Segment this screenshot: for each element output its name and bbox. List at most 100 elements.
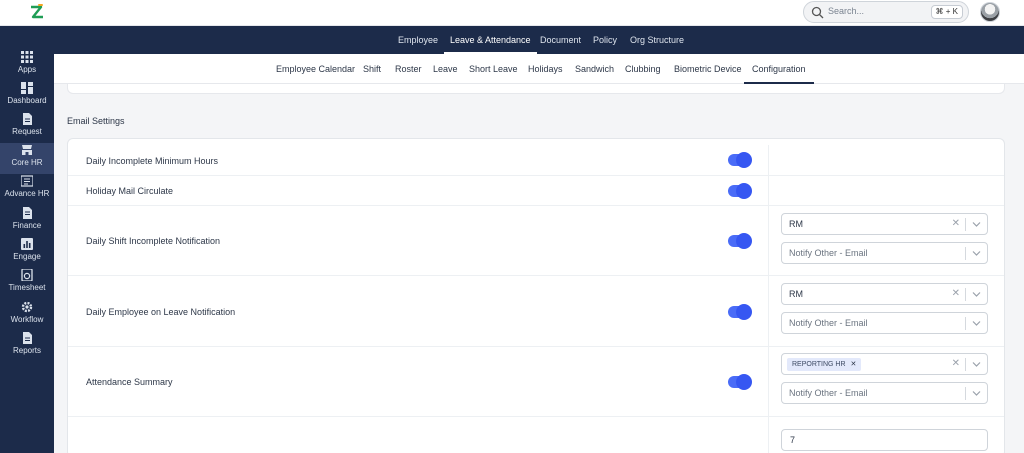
advance-hr-icon bbox=[21, 175, 33, 187]
select-divider bbox=[965, 218, 966, 231]
chevron-down-icon[interactable] bbox=[972, 320, 981, 327]
main-nav-leave-attendance[interactable]: Leave & Attendance bbox=[444, 26, 537, 54]
sidebar-item-label: Request bbox=[12, 127, 42, 136]
main-nav-policy[interactable]: Policy bbox=[593, 26, 617, 54]
search-bar[interactable]: Search... ⌘ + K bbox=[803, 1, 969, 23]
recipient-select[interactable]: RM ✕ bbox=[781, 283, 988, 305]
column-divider bbox=[768, 276, 769, 346]
sidebar-item-reports[interactable]: Reports bbox=[0, 331, 54, 362]
select-placeholder: Notify Other - Email bbox=[789, 388, 868, 398]
sidebar-item-core-hr[interactable]: Core HR bbox=[0, 143, 54, 174]
request-doc-icon bbox=[23, 113, 32, 125]
previous-section-card bbox=[67, 84, 1005, 94]
sub-nav-roster[interactable]: Roster bbox=[395, 54, 422, 84]
chevron-down-icon[interactable] bbox=[972, 361, 981, 368]
sidebar-item-label: Dashboard bbox=[7, 96, 47, 105]
main-nav-document[interactable]: Document bbox=[540, 26, 581, 54]
sub-nav-biometric-device[interactable]: Biometric Device bbox=[674, 54, 742, 84]
sub-nav: Employee Calendar Shift Roster Leave Sho… bbox=[54, 54, 1024, 84]
select-divider bbox=[965, 317, 966, 330]
employee-on-leave-toggle[interactable] bbox=[728, 305, 751, 319]
holiday-mail-toggle[interactable] bbox=[728, 184, 751, 198]
clear-icon[interactable]: ✕ bbox=[952, 358, 960, 370]
shift-incomplete-toggle[interactable] bbox=[728, 234, 751, 248]
search-input[interactable]: Search... bbox=[828, 6, 864, 16]
setting-row: Attendance Summary REPORTING HR ✕ ✕ Notif… bbox=[68, 347, 1004, 417]
recipient-select[interactable]: RM ✕ bbox=[781, 213, 988, 235]
select-divider bbox=[965, 288, 966, 301]
chevron-down-icon[interactable] bbox=[972, 221, 981, 228]
engage-chart-icon bbox=[21, 238, 33, 250]
setting-row: Daily Incomplete Minimum Hours bbox=[68, 145, 1004, 176]
sub-nav-sandwich[interactable]: Sandwich bbox=[575, 54, 614, 84]
select-divider bbox=[965, 387, 966, 400]
sub-nav-short-leave[interactable]: Short Leave bbox=[469, 54, 518, 84]
main-nav: Employee Leave & Attendance Document Pol… bbox=[54, 26, 1024, 54]
column-divider bbox=[768, 206, 769, 275]
sidebar-item-engage[interactable]: Engage bbox=[0, 237, 54, 268]
select-value: RM bbox=[789, 289, 803, 299]
setting-label: Attendance Summary bbox=[86, 377, 173, 387]
main-nav-org-structure[interactable]: Org Structure bbox=[630, 26, 684, 54]
sidebar-item-timesheet[interactable]: Timesheet bbox=[0, 268, 54, 299]
sidebar-item-dashboard[interactable]: Dashboard bbox=[0, 81, 54, 112]
sub-nav-employee-calendar[interactable]: Employee Calendar bbox=[276, 54, 355, 84]
sidebar-item-label: Core HR bbox=[11, 158, 43, 167]
chip-label: REPORTING HR bbox=[792, 361, 846, 368]
finance-doc-icon bbox=[23, 207, 32, 219]
core-hr-icon bbox=[22, 145, 32, 155]
notify-other-email-select[interactable]: Notify Other - Email bbox=[781, 312, 988, 334]
setting-row: Holiday Mail Circulate bbox=[68, 176, 1004, 206]
recipient-multiselect[interactable]: REPORTING HR ✕ ✕ bbox=[781, 353, 988, 375]
column-divider bbox=[768, 145, 769, 175]
column-divider bbox=[768, 347, 769, 416]
number-value: 7 bbox=[790, 435, 796, 445]
sidebar-item-label: Reports bbox=[12, 346, 41, 355]
sidebar-item-label: Timesheet bbox=[8, 283, 46, 292]
workflow-gear-icon bbox=[21, 301, 33, 313]
sidebar: Apps Dashboard Request Core HR Advance H… bbox=[0, 26, 54, 453]
setting-row: Daily Employee on Leave Notification RM … bbox=[68, 276, 1004, 347]
setting-label: Daily Incomplete Minimum Hours bbox=[86, 156, 219, 166]
selected-chip: REPORTING HR ✕ bbox=[787, 358, 862, 371]
app-logo-icon[interactable] bbox=[30, 4, 44, 20]
sidebar-item-workflow[interactable]: Workflow bbox=[0, 300, 54, 331]
clear-icon[interactable]: ✕ bbox=[952, 288, 960, 300]
top-bar: Search... ⌘ + K bbox=[0, 0, 1024, 26]
sub-nav-shift[interactable]: Shift bbox=[363, 54, 381, 84]
sidebar-item-label: Advance HR bbox=[4, 189, 50, 198]
email-settings-card: Daily Incomplete Minimum Hours Holiday M… bbox=[67, 138, 1005, 453]
select-divider bbox=[965, 358, 966, 371]
chevron-down-icon[interactable] bbox=[972, 390, 981, 397]
chevron-down-icon[interactable] bbox=[972, 250, 981, 257]
search-icon bbox=[811, 6, 824, 19]
sidebar-item-request[interactable]: Request bbox=[0, 112, 54, 143]
column-divider bbox=[768, 176, 769, 205]
notify-other-email-select[interactable]: Notify Other - Email bbox=[781, 382, 988, 404]
sidebar-item-advance-hr[interactable]: Advance HR bbox=[0, 174, 54, 205]
number-input[interactable]: 7 bbox=[781, 429, 988, 451]
sidebar-item-label: Workflow bbox=[10, 315, 44, 324]
user-avatar[interactable] bbox=[980, 2, 1000, 22]
sub-nav-leave[interactable]: Leave bbox=[433, 54, 458, 84]
setting-label: Holiday Mail Circulate bbox=[86, 186, 174, 196]
attendance-summary-toggle[interactable] bbox=[728, 375, 751, 389]
select-value: RM bbox=[789, 219, 803, 229]
daily-incomplete-toggle[interactable] bbox=[728, 153, 751, 167]
sub-nav-holidays[interactable]: Holidays bbox=[528, 54, 563, 84]
clear-icon[interactable]: ✕ bbox=[952, 218, 960, 230]
setting-row: Daily Shift Incomplete Notification RM ✕… bbox=[68, 206, 1004, 276]
sub-nav-configuration[interactable]: Configuration bbox=[744, 54, 814, 84]
sidebar-item-finance[interactable]: Finance bbox=[0, 206, 54, 237]
sub-nav-clubbing[interactable]: Clubbing bbox=[625, 54, 661, 84]
chevron-down-icon[interactable] bbox=[972, 291, 981, 298]
notify-other-email-select[interactable]: Notify Other - Email bbox=[781, 242, 988, 264]
timesheet-icon bbox=[21, 269, 33, 281]
main-nav-employee[interactable]: Employee bbox=[398, 26, 438, 54]
setting-label: Daily Employee on Leave Notification bbox=[86, 307, 236, 317]
dashboard-icon bbox=[21, 82, 33, 94]
column-divider bbox=[768, 417, 769, 453]
sidebar-item-apps[interactable]: Apps bbox=[0, 50, 54, 81]
chip-remove-icon[interactable]: ✕ bbox=[851, 361, 857, 368]
select-placeholder: Notify Other - Email bbox=[789, 248, 868, 258]
